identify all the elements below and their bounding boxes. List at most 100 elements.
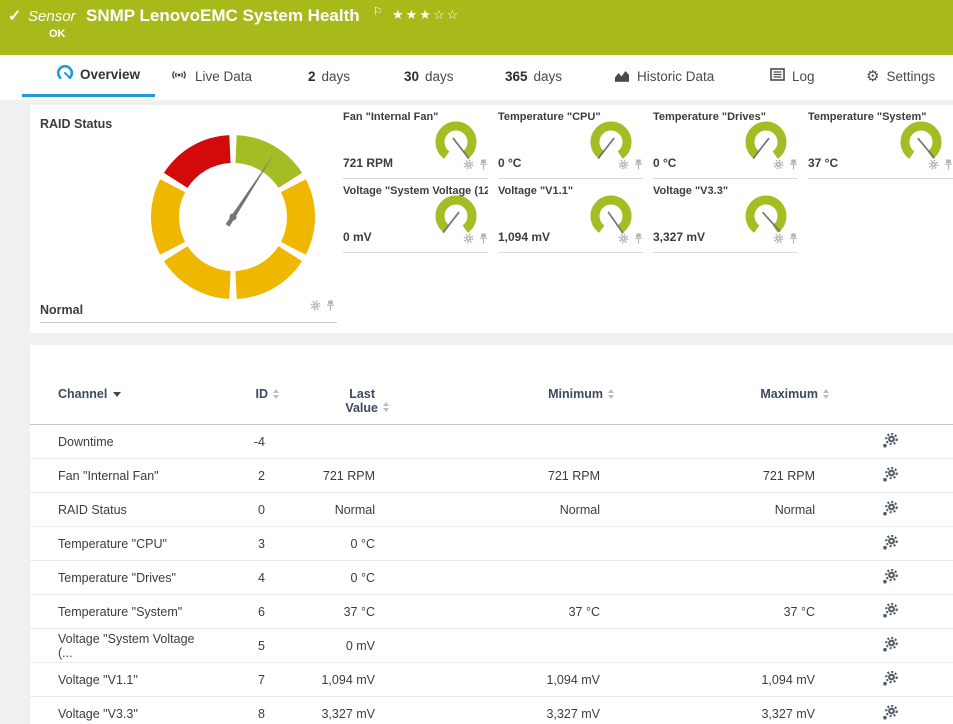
gear-icon[interactable]: [618, 231, 629, 249]
channel-settings-icon[interactable]: [882, 433, 898, 451]
sort-updown-icon: [823, 389, 829, 399]
broadcast-icon: [170, 68, 188, 85]
gauges-card: RAID Status Normal Fan "Internal Fan"721…: [30, 105, 953, 333]
channel-settings-icon[interactable]: [882, 467, 898, 485]
status-badge: OK: [49, 28, 66, 40]
tab-2-days[interactable]: 2 days: [308, 55, 350, 97]
table-row[interactable]: Downtime-4: [30, 425, 953, 459]
gauge-value: 721 RPM: [343, 156, 393, 170]
prtg-sensor-page: ✓ Sensor SNMP LenovoEMC System Health ⚐ …: [0, 0, 953, 724]
table-row[interactable]: Voltage "System Voltage (...50 mV: [30, 629, 953, 663]
raid-status-donut-gauge: [147, 131, 319, 303]
tab-30-days[interactable]: 30 days: [404, 55, 454, 97]
gauge-panel[interactable]: Voltage "V3.3"3,327 mV: [653, 184, 798, 253]
channel-name: Voltage "System Voltage (...: [58, 632, 208, 660]
pin-icon[interactable]: [789, 157, 798, 175]
channel-minimum: 37 °C: [569, 605, 600, 619]
gauge-panel[interactable]: Temperature "Drives"0 °C: [653, 110, 798, 179]
channel-maximum: Normal: [775, 503, 815, 517]
pin-icon[interactable]: [789, 231, 798, 249]
channel-last-value: 3,327 mV: [321, 707, 375, 721]
tab-number: 2: [308, 69, 316, 84]
table-row[interactable]: Voltage "V1.1"71,094 mV1,094 mV1,094 mV: [30, 663, 953, 697]
gauge-panel[interactable]: Temperature "CPU"0 °C: [498, 110, 643, 179]
table-row[interactable]: Voltage "V3.3"83,327 mV3,327 mV3,327 mV: [30, 697, 953, 724]
tab-live-data[interactable]: Live Data: [170, 55, 252, 97]
pin-icon[interactable]: [479, 157, 488, 175]
raid-gauge-segment: [281, 179, 315, 254]
gear-icon[interactable]: [773, 157, 784, 175]
status-check-icon: ✓: [8, 6, 21, 26]
channel-name: RAID Status: [58, 503, 127, 517]
priority-stars[interactable]: ★★★☆☆: [392, 7, 460, 23]
tab-settings[interactable]: ⚙ Settings: [866, 55, 935, 97]
gear-icon[interactable]: [463, 231, 474, 249]
channel-minimum: 1,094 mV: [546, 673, 600, 687]
table-row[interactable]: RAID Status0NormalNormalNormal: [30, 493, 953, 527]
sensor-kind-label: Sensor: [28, 8, 76, 25]
gauge-panel[interactable]: Temperature "System"37 °C: [808, 110, 953, 179]
channel-maximum: 1,094 mV: [761, 673, 815, 687]
channel-id: 8: [258, 707, 265, 721]
gear-icon[interactable]: [463, 157, 474, 175]
column-header-id[interactable]: ID: [208, 387, 265, 401]
pin-icon[interactable]: [479, 231, 488, 249]
channel-last-value: 1,094 mV: [321, 673, 375, 687]
sort-caret-down-icon: [113, 392, 121, 397]
table-row[interactable]: Temperature "System"637 °C37 °C37 °C: [30, 595, 953, 629]
tab-overview[interactable]: Overview: [22, 55, 155, 97]
pin-icon[interactable]: [634, 231, 643, 249]
panel-icons: [618, 157, 643, 175]
column-header-last-value[interactable]: Last Value: [265, 387, 375, 415]
channel-name: Downtime: [58, 435, 114, 449]
channel-minimum: 3,327 mV: [546, 707, 600, 721]
column-header-channel[interactable]: Channel: [30, 387, 208, 401]
channel-last-value: 721 RPM: [323, 469, 375, 483]
raid-gauge-segment: [164, 135, 231, 188]
tab-historic-data[interactable]: Historic Data: [614, 55, 714, 97]
channel-id: 2: [258, 469, 265, 483]
gear-icon[interactable]: [310, 298, 321, 316]
tab-label: days: [322, 69, 351, 84]
gear-icon[interactable]: [928, 157, 939, 175]
tab-log[interactable]: Log: [770, 55, 815, 97]
gear-icon[interactable]: [618, 157, 629, 175]
tab-label: Live Data: [195, 69, 252, 84]
channel-settings-icon[interactable]: [882, 501, 898, 519]
gauge-panel[interactable]: Fan "Internal Fan"721 RPM: [343, 110, 488, 179]
tab-365-days[interactable]: 365 days: [505, 55, 562, 97]
gauge-panel[interactable]: Voltage "V1.1"1,094 mV: [498, 184, 643, 253]
channel-settings-icon[interactable]: [882, 569, 898, 587]
channel-table-card: Channel ID Last Value Minimum Maximum: [30, 345, 953, 724]
channel-last-value: Normal: [335, 503, 375, 517]
channel-id: 4: [258, 571, 265, 585]
table-body: Downtime-4Fan "Internal Fan"2721 RPM721 …: [30, 425, 953, 724]
channel-id: 7: [258, 673, 265, 687]
pin-icon[interactable]: [634, 157, 643, 175]
tab-label: Overview: [80, 67, 140, 82]
gear-icon[interactable]: [773, 231, 784, 249]
channel-settings-icon[interactable]: [882, 671, 898, 689]
panel-icons: [773, 157, 798, 175]
raid-status-gauge-panel[interactable]: RAID Status Normal: [40, 105, 337, 323]
tab-label: Log: [792, 69, 815, 84]
column-header-maximum[interactable]: Maximum: [600, 387, 815, 401]
channel-settings-icon[interactable]: [882, 535, 898, 553]
pin-icon[interactable]: [944, 157, 953, 175]
table-row[interactable]: Temperature "CPU"30 °C: [30, 527, 953, 561]
gear-icon: ⚙: [866, 67, 879, 85]
channel-settings-icon[interactable]: [882, 603, 898, 621]
channel-settings-icon[interactable]: [882, 637, 898, 655]
table-header: Channel ID Last Value Minimum Maximum: [30, 345, 953, 425]
priority-flag-icon: ⚐: [373, 5, 383, 18]
gauge-title: RAID Status: [40, 117, 112, 131]
gauge-panel[interactable]: Voltage "System Voltage (12...0 mV: [343, 184, 488, 253]
gauge-icon: [57, 65, 73, 84]
table-row[interactable]: Fan "Internal Fan"2721 RPM721 RPM721 RPM: [30, 459, 953, 493]
pin-icon[interactable]: [326, 298, 335, 316]
channel-settings-icon[interactable]: [882, 705, 898, 723]
raid-gauge-segment: [151, 179, 185, 254]
column-header-minimum[interactable]: Minimum: [375, 387, 600, 401]
channel-name: Voltage "V3.3": [58, 707, 138, 721]
table-row[interactable]: Temperature "Drives"40 °C: [30, 561, 953, 595]
